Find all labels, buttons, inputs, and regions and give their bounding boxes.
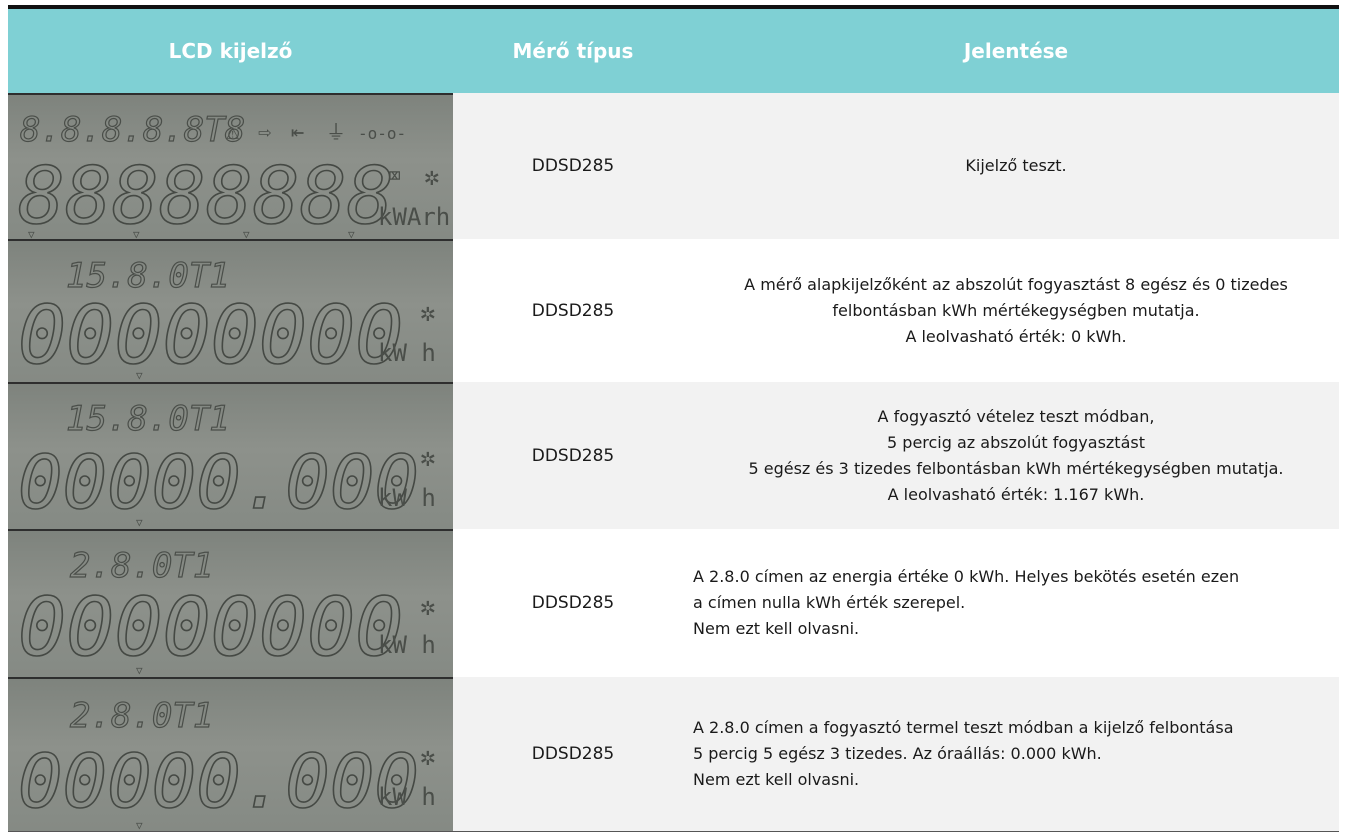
sun-icon: ✲ <box>424 162 440 192</box>
lcd-unit: kWArh <box>378 203 450 231</box>
meaning-cell: A fogyasztó vételez teszt módban, 5 perc… <box>693 382 1339 529</box>
lcd-display-image: 2.8.0T1 00000.000 ✲ kW h ▽ <box>8 677 453 831</box>
lcd-display-image: 15.8.0T1 00000.000 ✲ kW h ▽ <box>8 382 453 529</box>
lcd-display-image: 2.8.0T1 00000000 ✲ kW h ▽ <box>8 529 453 677</box>
meter-type: DDSD285 <box>531 156 615 176</box>
marker-icon: ▽ <box>28 228 35 239</box>
sun-icon: ✲ <box>420 592 436 622</box>
meter-type: DDSD285 <box>531 593 615 613</box>
meaning-cell: Kijelző teszt. <box>693 93 1339 239</box>
header-meaning: Jelentése <box>963 39 1069 63</box>
meter-type: DDSD285 <box>531 744 615 764</box>
sun-icon: ✲ <box>420 742 436 772</box>
meaning-line: a címen nulla kWh érték szerepel. <box>693 593 966 612</box>
lcd-top-text: 8.8.8.8.8T8 <box>20 110 245 150</box>
lcd-unit: kW h <box>378 339 436 367</box>
meaning-line: A leolvasható érték: 0 kWh. <box>905 326 1127 346</box>
table-row: 2.8.0T1 00000000 ✲ kW h ▽ DDSD285 A 2.8.… <box>8 529 1339 677</box>
meter-type: DDSD285 <box>531 300 615 321</box>
meaning-line: 5 percig az abszolút fogyasztást <box>887 432 1145 452</box>
meaning-cell: A 2.8.0 címen az energia értéke 0 kWh. H… <box>693 529 1339 677</box>
table-row: 8.8.8.8.8T8 ⚠ ⇨ ⇤ ⏚ -o-o- 88888888 ⌧ ✲ k… <box>8 93 1339 239</box>
marker-icon: ▽ <box>136 664 143 677</box>
lcd-main-text: 88888888 <box>18 152 394 239</box>
meaning-line: 5 percig 5 egész 3 tizedes. Az óraállás:… <box>693 744 1102 763</box>
warning-icon: ⚠ <box>226 120 239 145</box>
table-header: LCD kijelző Mérő típus Jelentése <box>8 9 1339 93</box>
marker-icon: ▽ <box>136 369 143 382</box>
lcd-unit: kW h <box>378 783 436 811</box>
arrow-left-icon: ⇤ <box>291 120 304 145</box>
lcd-unit: kW h <box>378 484 436 512</box>
marker-icon: ▽ <box>136 819 143 831</box>
marker-icon: ▽ <box>133 228 140 239</box>
ground-icon: ⏚ <box>326 120 346 144</box>
battery-icon: ⌧ <box>388 164 401 189</box>
lcd-top-text: 2.8.0T1 <box>70 696 213 736</box>
input-icon: ⇨ <box>258 120 272 145</box>
meaning-line: 5 egész és 3 tizedes felbontásban kWh mé… <box>748 458 1284 478</box>
table-row: 15.8.0T1 00000000 ✲ kW h ▽ DDSD285 A mér… <box>8 239 1339 382</box>
meaning-line: A leolvasható érték: 1.167 kWh. <box>887 484 1145 504</box>
header-lcd: LCD kijelző <box>168 39 293 63</box>
marker-icon: ▽ <box>348 228 355 239</box>
meaning-line: felbontásban kWh mértékegységben mutatja… <box>832 300 1200 320</box>
bottom-rule <box>8 831 1339 832</box>
meaning-line: A 2.8.0 címen a fogyasztó termel teszt m… <box>693 718 1234 737</box>
lcd-display-image: 8.8.8.8.8T8 ⚠ ⇨ ⇤ ⏚ -o-o- 88888888 ⌧ ✲ k… <box>8 93 453 239</box>
lcd-top-text: 2.8.0T1 <box>70 546 213 586</box>
switch-icon: -o-o- <box>358 124 406 143</box>
meaning-line: Kijelző teszt. <box>965 156 1067 175</box>
meaning-cell: A 2.8.0 címen a fogyasztó termel teszt m… <box>693 677 1339 831</box>
lcd-main-text: 00000000 <box>18 289 403 382</box>
meaning-line: A mérő alapkijelzőként az abszolút fogya… <box>744 274 1288 294</box>
sun-icon: ✲ <box>420 298 436 328</box>
meaning-line: Nem ezt kell olvasni. <box>693 619 860 638</box>
lcd-main-text: 00000000 <box>18 581 403 674</box>
lcd-main-text: 00000.000 <box>18 739 419 825</box>
marker-icon: ▽ <box>136 516 143 529</box>
meaning-cell: A mérő alapkijelzőként az abszolút fogya… <box>693 239 1339 382</box>
sun-icon: ✲ <box>420 443 436 473</box>
table-row: 2.8.0T1 00000.000 ✲ kW h ▽ DDSD285 A 2.8… <box>8 677 1339 831</box>
header-meter-type: Mérő típus <box>512 39 634 63</box>
lcd-main-text: 00000.000 <box>18 440 419 526</box>
marker-icon: ▽ <box>243 228 250 239</box>
meaning-line: A fogyasztó vételez teszt módban, <box>877 406 1155 426</box>
table-row: 15.8.0T1 00000.000 ✲ kW h ▽ DDSD285 A fo… <box>8 382 1339 529</box>
lcd-top-text: 15.8.0T1 <box>66 399 230 439</box>
meter-type: DDSD285 <box>531 445 615 466</box>
meaning-line: Nem ezt kell olvasni. <box>693 770 860 789</box>
lcd-unit: kW h <box>378 631 436 659</box>
meaning-line: A 2.8.0 címen az energia értéke 0 kWh. H… <box>693 567 1240 586</box>
lcd-display-image: 15.8.0T1 00000000 ✲ kW h ▽ <box>8 239 453 382</box>
